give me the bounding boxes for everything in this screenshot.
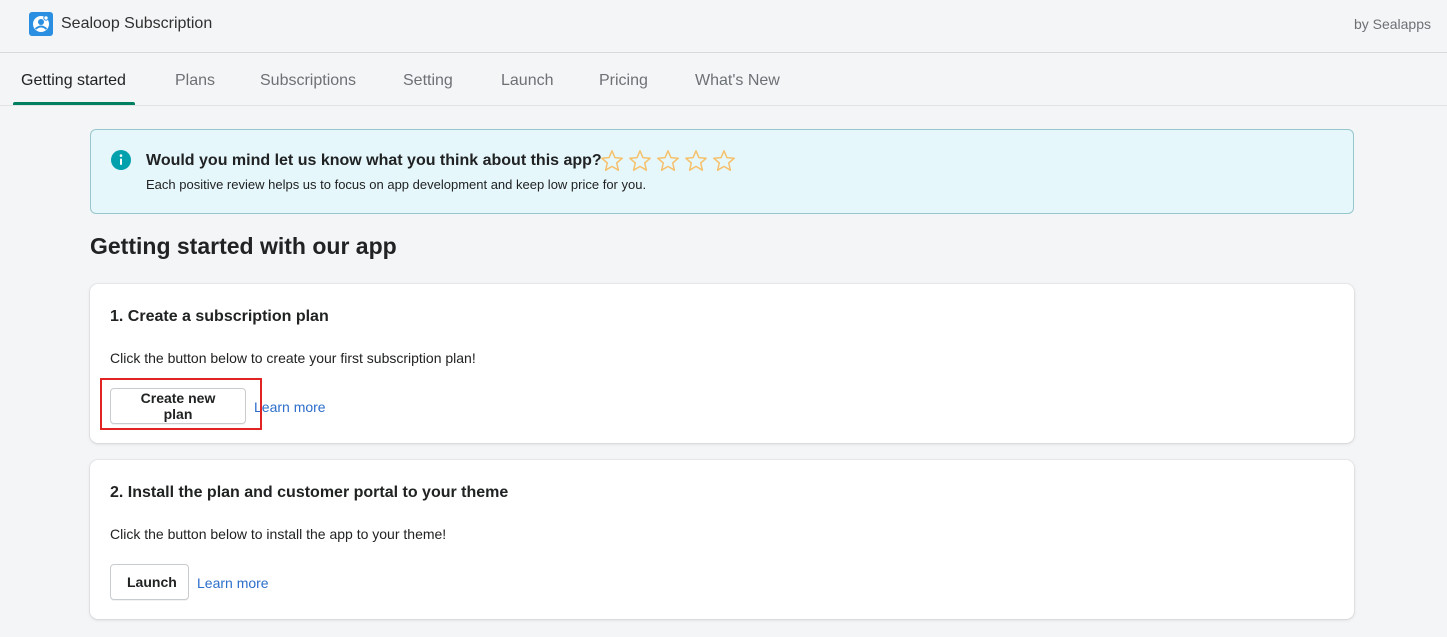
tab-launch[interactable]: Launch <box>501 53 554 106</box>
nav-tabs: Getting started Plans Subscriptions Sett… <box>0 53 1447 106</box>
launch-button[interactable]: Launch <box>110 564 189 600</box>
tab-setting[interactable]: Setting <box>403 53 453 106</box>
step-card-install: 2. Install the plan and customer portal … <box>90 460 1354 619</box>
star-icon[interactable] <box>600 149 624 173</box>
app-byline: by Sealapps <box>1353 16 1431 32</box>
learn-more-link[interactable]: Learn more <box>197 575 269 591</box>
create-new-plan-button[interactable]: Create new plan <box>110 388 246 424</box>
rating-stars[interactable] <box>600 149 740 173</box>
star-icon[interactable] <box>684 149 708 173</box>
banner-title: Would you mind let us know what you thin… <box>146 152 602 169</box>
review-banner: Would you mind let us know what you thin… <box>90 129 1354 214</box>
tab-whats-new[interactable]: What's New <box>695 53 780 106</box>
app-logo-icon <box>29 12 53 36</box>
tab-getting-started[interactable]: Getting started <box>21 53 126 106</box>
tab-pricing[interactable]: Pricing <box>599 53 648 106</box>
banner-subtitle: Each positive review helps us to focus o… <box>146 177 647 192</box>
info-icon <box>111 150 131 170</box>
step-card-create-plan: 1. Create a subscription plan Click the … <box>90 284 1354 443</box>
page-title: Getting started with our app <box>90 233 397 259</box>
tab-plans[interactable]: Plans <box>175 53 215 106</box>
tab-subscriptions[interactable]: Subscriptions <box>260 53 356 106</box>
star-icon[interactable] <box>628 149 652 173</box>
step-title: 1. Create a subscription plan <box>110 308 329 325</box>
step-description: Click the button below to create your fi… <box>110 350 476 366</box>
active-tab-indicator <box>13 102 135 105</box>
step-title: 2. Install the plan and customer portal … <box>110 484 509 501</box>
star-icon[interactable] <box>712 149 736 173</box>
app-header: Sealoop Subscription by Sealapps <box>0 0 1447 53</box>
app-name: Sealoop Subscription <box>61 15 213 32</box>
star-icon[interactable] <box>656 149 680 173</box>
learn-more-link[interactable]: Learn more <box>254 399 326 415</box>
step-description: Click the button below to install the ap… <box>110 526 447 542</box>
